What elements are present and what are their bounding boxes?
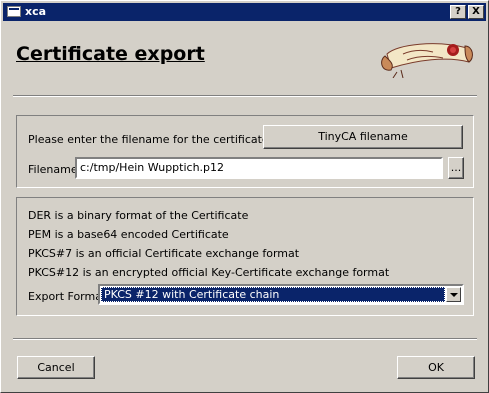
filename-group: Please enter the filename for the certif… — [16, 115, 474, 188]
page-title: Certificate export — [16, 43, 205, 65]
close-icon[interactable]: X — [468, 5, 484, 19]
export-format-selected: PKCS #12 with Certificate chain — [101, 287, 445, 302]
filename-input[interactable]: c:/tmp/Hein Wupptich.p12 — [75, 157, 443, 179]
format-info-pkcs7: PKCS#7 is an official Certificate exchan… — [28, 247, 300, 260]
cancel-button[interactable]: Cancel — [17, 356, 95, 379]
chevron-down-icon[interactable] — [446, 287, 461, 302]
filename-label: Filename — [28, 163, 78, 176]
header-divider — [13, 95, 477, 97]
app-window-icon — [7, 6, 21, 17]
export-format-label: Export Format — [28, 290, 107, 303]
xca-dialog: xca ? X Certificate export Please enter … — [0, 0, 489, 393]
filename-prompt: Please enter the filename for the certif… — [28, 133, 273, 146]
certificate-scroll-logo — [381, 43, 473, 78]
format-info-der: DER is a binary format of the Certificat… — [28, 209, 249, 222]
ok-button[interactable]: OK — [397, 356, 475, 379]
tinyca-filename-button[interactable]: TinyCA filename — [263, 125, 463, 149]
browse-button[interactable]: ... — [448, 157, 464, 179]
help-icon[interactable]: ? — [450, 5, 466, 19]
format-info-pem: PEM is a base64 encoded Certificate — [28, 228, 229, 241]
title-bar[interactable]: xca ? X — [3, 3, 486, 21]
footer-divider — [13, 338, 477, 340]
export-format-group: DER is a binary format of the Certificat… — [16, 197, 474, 316]
format-info-pkcs12: PKCS#12 is an encrypted official Key-Cer… — [28, 266, 390, 279]
export-format-select[interactable]: PKCS #12 with Certificate chain — [98, 284, 464, 305]
window-title: xca — [25, 5, 47, 18]
